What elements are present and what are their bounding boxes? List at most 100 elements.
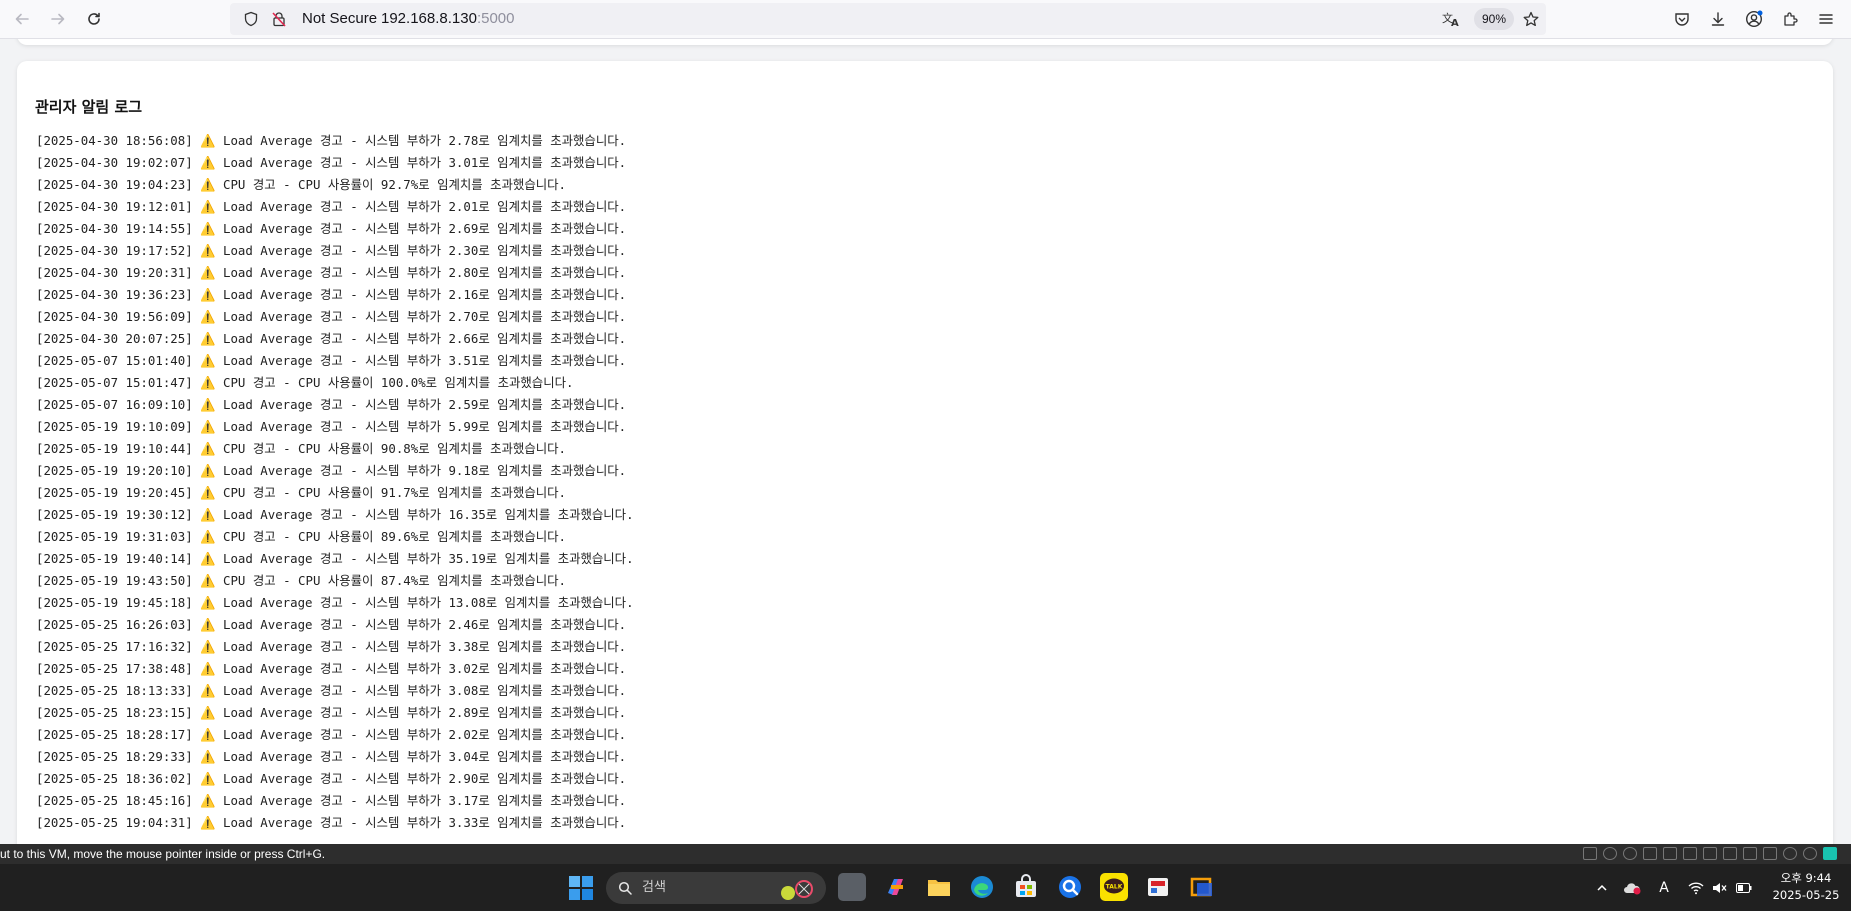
translate-icon[interactable]: 文A bbox=[1438, 3, 1464, 35]
log-entry: [2025-05-19 19:10:09] ⚠️ Load Average 경고… bbox=[36, 419, 627, 434]
start-button[interactable] bbox=[568, 875, 594, 901]
task-view-icon[interactable] bbox=[838, 873, 866, 901]
log-entry: [2025-05-25 18:29:33] ⚠️ Load Average 경고… bbox=[36, 749, 627, 764]
printer-icon[interactable] bbox=[1763, 847, 1777, 860]
log-entry: [2025-04-30 19:02:07] ⚠️ Load Average 경고… bbox=[36, 155, 627, 170]
account-button[interactable] bbox=[1740, 5, 1768, 33]
cd-icon[interactable] bbox=[1623, 847, 1637, 860]
printer-icon[interactable] bbox=[1723, 847, 1737, 860]
taskbar: 검색 TALK A 오후 9:44 2025-05-25 bbox=[0, 864, 1851, 911]
reload-icon bbox=[88, 12, 100, 25]
bookmark-star-icon[interactable] bbox=[1518, 3, 1544, 35]
log-entry: [2025-05-07 16:09:10] ⚠️ Load Average 경고… bbox=[36, 397, 627, 412]
log-entry: [2025-05-19 19:40:14] ⚠️ Load Average 경고… bbox=[36, 551, 634, 566]
admin-log-card: 관리자 알림 로그 [2025-04-30 18:56:08] ⚠️ Load … bbox=[17, 61, 1833, 844]
cloud-sync-icon[interactable] bbox=[1620, 864, 1644, 911]
log-entry: [2025-05-19 19:45:18] ⚠️ Load Average 경고… bbox=[36, 595, 634, 610]
url-text[interactable]: 192.168.8.130:5000 bbox=[381, 3, 514, 35]
network-icon[interactable] bbox=[1663, 847, 1677, 860]
windows-logo-icon bbox=[569, 876, 593, 900]
clock-time: 오후 9:44 bbox=[1780, 871, 1832, 885]
page-title: 관리자 알림 로그 bbox=[35, 98, 143, 116]
log-entry: [2025-04-30 19:12:01] ⚠️ Load Average 경고… bbox=[36, 199, 627, 214]
google-search-icon[interactable] bbox=[1056, 873, 1084, 901]
log-entry: [2025-05-25 18:28:17] ⚠️ Load Average 경고… bbox=[36, 727, 627, 742]
log-entry: [2025-04-30 19:36:23] ⚠️ Load Average 경고… bbox=[36, 287, 627, 302]
log-entry: [2025-05-19 19:10:44] ⚠️ CPU 경고 - CPU 사용… bbox=[36, 441, 566, 456]
account-icon bbox=[1745, 10, 1763, 28]
not-secure-label[interactable]: Not Secure bbox=[302, 3, 377, 35]
puzzle-icon bbox=[1784, 12, 1798, 26]
page-viewport[interactable]: 관리자 알림 로그 [2025-04-30 18:56:08] ⚠️ Load … bbox=[0, 39, 1851, 844]
virtualbox-icon[interactable] bbox=[1188, 873, 1216, 901]
log-entry: [2025-05-25 18:13:33] ⚠️ Load Average 경고… bbox=[36, 683, 627, 698]
search-placeholder: 검색 bbox=[642, 880, 666, 895]
file-explorer-icon[interactable] bbox=[925, 873, 953, 901]
system-clock[interactable]: 오후 9:44 2025-05-25 bbox=[1768, 870, 1844, 904]
arrow-left-icon bbox=[15, 13, 29, 25]
cd-icon[interactable] bbox=[1603, 847, 1617, 860]
store-icon[interactable] bbox=[1012, 873, 1040, 901]
log-entry: [2025-05-25 18:36:02] ⚠️ Load Average 경고… bbox=[36, 771, 627, 786]
remote-app-icon[interactable] bbox=[1144, 873, 1172, 901]
settings-icon[interactable] bbox=[1783, 847, 1797, 860]
log-entry: [2025-05-19 19:43:50] ⚠️ CPU 경고 - CPU 사용… bbox=[36, 573, 566, 588]
log-entry: [2025-04-30 19:20:31] ⚠️ Load Average 경고… bbox=[36, 265, 627, 280]
download-icon bbox=[1711, 12, 1725, 26]
log-entry: [2025-05-07 15:01:47] ⚠️ CPU 경고 - CPU 사용… bbox=[36, 375, 574, 390]
wireless-icon[interactable] bbox=[1803, 847, 1817, 860]
kakaotalk-icon[interactable]: TALK bbox=[1100, 873, 1128, 901]
chevron-up-icon[interactable] bbox=[1590, 864, 1614, 911]
browser-toolbar: Not Secure 192.168.8.130:5000 文A 90% bbox=[0, 0, 1851, 39]
copilot-icon[interactable] bbox=[882, 873, 910, 901]
edge-browser-icon[interactable] bbox=[968, 873, 996, 901]
log-entry: [2025-04-30 19:17:52] ⚠️ Load Average 경고… bbox=[36, 243, 627, 258]
pocket-icon bbox=[1675, 13, 1689, 26]
vm-device-icons bbox=[1583, 847, 1837, 860]
shield-icon[interactable] bbox=[238, 3, 264, 35]
log-entry: [2025-05-19 19:20:10] ⚠️ Load Average 경고… bbox=[36, 463, 627, 478]
log-entry: [2025-05-19 19:31:03] ⚠️ CPU 경고 - CPU 사용… bbox=[36, 529, 566, 544]
log-entry: [2025-05-25 16:26:03] ⚠️ Load Average 경고… bbox=[36, 617, 627, 632]
insecure-lock-icon[interactable] bbox=[266, 3, 292, 35]
vm-status-message: ut to this VM, move the mouse pointer in… bbox=[0, 847, 326, 861]
url-port: :5000 bbox=[476, 10, 515, 27]
hdd-icon[interactable] bbox=[1583, 847, 1597, 860]
taskbar-search[interactable]: 검색 bbox=[606, 872, 826, 904]
log-entry: [2025-04-30 19:04:23] ⚠️ CPU 경고 - CPU 사용… bbox=[36, 177, 566, 192]
address-bar[interactable]: Not Secure 192.168.8.130:5000 文A 90% bbox=[230, 3, 1546, 35]
log-entry: [2025-04-30 19:56:09] ⚠️ Load Average 경고… bbox=[36, 309, 627, 324]
previous-card-bottom bbox=[17, 39, 1833, 45]
log-entry: [2025-05-25 17:16:32] ⚠️ Load Average 경고… bbox=[36, 639, 627, 654]
zoom-level-button[interactable]: 90% bbox=[1474, 8, 1515, 30]
log-entry: [2025-04-30 20:07:25] ⚠️ Load Average 경고… bbox=[36, 331, 627, 346]
floppy-icon[interactable] bbox=[1643, 847, 1657, 860]
forward-button[interactable] bbox=[44, 5, 72, 33]
hamburger-menu-icon bbox=[1819, 14, 1833, 24]
svg-text:A: A bbox=[1451, 18, 1459, 27]
log-entry: [2025-05-25 18:45:16] ⚠️ Load Average 경고… bbox=[36, 793, 627, 808]
log-entry: [2025-04-30 19:14:55] ⚠️ Load Average 경고… bbox=[36, 221, 627, 236]
extensions-button[interactable] bbox=[1776, 5, 1804, 33]
usb-icon[interactable] bbox=[1683, 847, 1697, 860]
reload-button[interactable] bbox=[80, 5, 108, 33]
log-entry: [2025-04-30 18:56:08] ⚠️ Load Average 경고… bbox=[36, 133, 627, 148]
log-entry: [2025-05-19 19:20:45] ⚠️ CPU 경고 - CPU 사용… bbox=[36, 485, 566, 500]
pocket-button[interactable] bbox=[1668, 5, 1696, 33]
battery-icon[interactable] bbox=[1732, 864, 1756, 911]
back-button[interactable] bbox=[8, 5, 36, 33]
ime-indicator[interactable]: A bbox=[1652, 864, 1676, 911]
menu-button[interactable] bbox=[1812, 5, 1840, 33]
printer-icon[interactable] bbox=[1743, 847, 1757, 860]
search-icon bbox=[618, 881, 632, 895]
tennis-ball-icon bbox=[781, 880, 813, 900]
clock-date: 2025-05-25 bbox=[1772, 888, 1840, 902]
sound-icon[interactable] bbox=[1703, 847, 1717, 860]
wifi-icon[interactable] bbox=[1684, 864, 1708, 911]
log-entry: [2025-05-19 19:30:12] ⚠️ Load Average 경고… bbox=[36, 507, 634, 522]
url-host: 192.168.8.130 bbox=[381, 10, 477, 27]
message-icon[interactable] bbox=[1823, 847, 1837, 860]
downloads-button[interactable] bbox=[1704, 5, 1732, 33]
volume-muted-icon[interactable] bbox=[1708, 864, 1732, 911]
vm-status-bar: ut to this VM, move the mouse pointer in… bbox=[0, 844, 1851, 864]
